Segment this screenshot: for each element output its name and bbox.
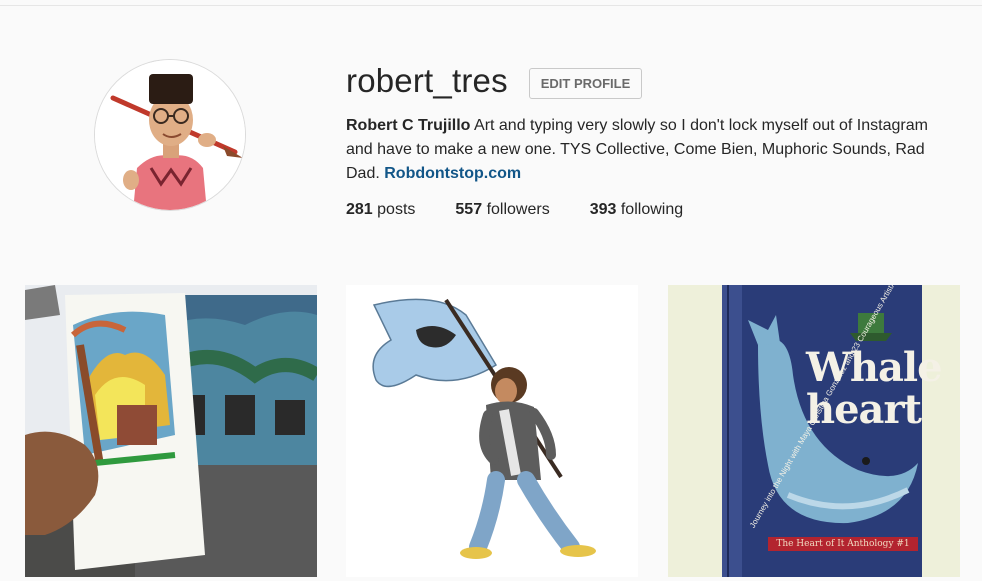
- followers-stat[interactable]: 557 followers: [455, 201, 549, 219]
- profile-username: robert_tres: [346, 62, 508, 99]
- edit-profile-button[interactable]: EDIT PROFILE: [529, 68, 642, 99]
- profile-full-name: Robert C Trujillo: [346, 117, 471, 134]
- profile-stats: 281 posts 557 followers 393 following: [346, 201, 723, 219]
- profile-bio: Robert C Trujillo Art and typing very sl…: [346, 114, 958, 186]
- post-thumbnail-3[interactable]: Whale heart The Heart of It Anthology #1…: [668, 285, 960, 577]
- posts-count: 281: [346, 201, 373, 218]
- post-thumbnail-1[interactable]: [25, 285, 317, 577]
- following-count: 393: [589, 201, 617, 218]
- posts-stat: 281 posts: [346, 201, 415, 219]
- followers-count: 557: [455, 201, 483, 218]
- post-thumbnail-2[interactable]: [346, 285, 638, 577]
- book-title-line-1: Whale: [806, 344, 943, 391]
- top-divider: [0, 0, 982, 6]
- avatar-illustration: [95, 60, 245, 210]
- posts-label: posts: [377, 201, 416, 218]
- mural-sketch-image: [25, 285, 317, 577]
- book-footer-band: The Heart of It Anthology #1: [776, 539, 910, 549]
- profile-avatar[interactable]: [94, 59, 246, 211]
- book-title: Whale heart: [806, 344, 943, 431]
- profile-website-link[interactable]: Robdontstop.com: [384, 165, 521, 182]
- following-label: following: [620, 201, 684, 218]
- followers-label: followers: [486, 201, 550, 218]
- flag-bearer-illustration: [346, 285, 638, 577]
- following-stat[interactable]: 393 following: [590, 201, 683, 219]
